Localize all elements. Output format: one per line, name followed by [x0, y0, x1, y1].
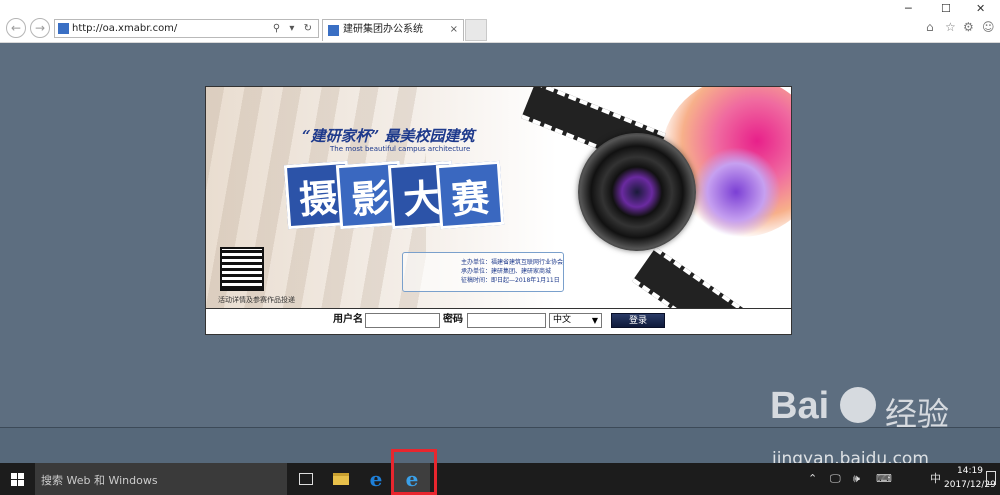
chevron-down-icon: ▼	[591, 316, 598, 325]
back-arrow-icon: ←	[10, 21, 22, 35]
paw-icon	[840, 387, 876, 423]
watermark-logo: Bai	[770, 385, 830, 427]
info-line: 征稿时间：即日起—2018年1月11日	[461, 277, 560, 284]
login-form: 用户名 密码 中文 ▼ 登录	[205, 309, 792, 335]
login-button[interactable]: 登录	[611, 313, 665, 328]
username-input[interactable]	[365, 313, 440, 328]
camera-lens-image	[578, 133, 696, 251]
input-method-indicator[interactable]: 中	[930, 472, 941, 486]
minimize-button[interactable]: ─	[905, 2, 912, 16]
notification-icon[interactable]	[986, 471, 996, 485]
task-view-icon	[299, 473, 313, 485]
windows-logo-icon	[18, 473, 24, 479]
forward-button[interactable]: →	[30, 18, 50, 38]
clock-time[interactable]: 14:19	[957, 466, 983, 476]
language-value: 中文	[553, 315, 572, 325]
watermark-cn: 经验	[885, 395, 950, 433]
windows-logo-icon	[11, 473, 17, 479]
qr-caption: 活动详情及参赛作品投递	[218, 296, 295, 304]
baidu-jingyan-watermark: Bai 经验 jingyan.baidu.com	[770, 385, 980, 475]
site-favicon-icon	[58, 23, 69, 34]
highlight-box	[391, 449, 437, 495]
task-view-button[interactable]	[288, 463, 324, 495]
address-bar[interactable]: http://oa.xmabr.com/ ⚲ ▾ ↻	[54, 19, 319, 38]
close-window-button[interactable]: ✕	[976, 2, 985, 16]
back-button[interactable]: ←	[6, 18, 26, 38]
edge-task[interactable]: e	[358, 463, 394, 495]
gear-icon[interactable]: ⚙	[963, 20, 974, 34]
taskbar-search-placeholder: 搜索 Web 和 Windows	[41, 474, 158, 487]
qr-code-image	[220, 247, 264, 291]
browser-tab[interactable]: 建研集团办公系统 ×	[322, 19, 464, 41]
maximize-button[interactable]: ☐	[941, 2, 951, 16]
tab-title: 建研集团办公系统	[343, 24, 423, 35]
title-tile: 赛	[435, 160, 505, 230]
tab-favicon-icon	[328, 25, 339, 36]
address-url[interactable]: http://oa.xmabr.com/	[72, 21, 177, 36]
favorites-star-icon[interactable]: ☆	[945, 20, 956, 34]
taskbar-search[interactable]: 搜索 Web 和 Windows	[35, 463, 287, 495]
info-line: 主办单位：福建省建筑互联网行业协会	[461, 259, 564, 266]
forward-arrow-icon: →	[34, 21, 46, 35]
password-input[interactable]	[467, 313, 546, 328]
info-line: 承办单位：建研集团、建研家商城	[461, 268, 552, 275]
banner-headline: “建研家杯” 最美校园建筑	[302, 127, 475, 145]
network-icon[interactable]: 🖵	[830, 472, 841, 486]
browser-chrome: ← → http://oa.xmabr.com/ ⚲ ▾ ↻ 建研集团办公系统 …	[0, 0, 1000, 43]
password-label: 密码	[443, 314, 463, 325]
film-strip-bottom-image	[631, 247, 779, 308]
show-hidden-icons-icon[interactable]: ⌃	[808, 472, 817, 486]
start-button[interactable]	[0, 463, 35, 495]
windows-logo-icon	[18, 480, 24, 486]
file-explorer-task[interactable]	[323, 463, 359, 495]
banner-subline: The most beautiful campus architecture	[330, 145, 471, 153]
windows-logo-icon	[11, 480, 17, 486]
contest-title: 摄 影 大 赛	[283, 160, 505, 235]
home-icon[interactable]: ⌂	[926, 20, 934, 34]
volume-icon[interactable]: 🕪	[853, 472, 860, 486]
feedback-smile-icon[interactable]: ☺	[982, 20, 995, 34]
paint-splash-image-2	[691, 147, 781, 237]
organizer-info-box: 主办单位：福建省建筑互联网行业协会 承办单位：建研集团、建研家商城 征稿时间：即…	[402, 252, 564, 292]
folder-icon	[333, 473, 349, 485]
keyboard-icon[interactable]: ⌨	[876, 472, 892, 486]
language-select[interactable]: 中文 ▼	[549, 313, 602, 328]
windows-taskbar: 搜索 Web 和 Windows e e ⌃ 🖵 🕪 ⌨ 中 14:19 201…	[0, 463, 1000, 495]
new-tab-button[interactable]	[465, 19, 487, 41]
address-tools-icons[interactable]: ⚲ ▾ ↻	[273, 20, 315, 37]
edge-icon: e	[369, 467, 383, 491]
username-label: 用户名	[333, 314, 363, 325]
contest-banner: “建研家杯” 最美校园建筑 The most beautiful campus …	[205, 86, 792, 309]
tab-close-icon[interactable]: ×	[450, 22, 458, 38]
